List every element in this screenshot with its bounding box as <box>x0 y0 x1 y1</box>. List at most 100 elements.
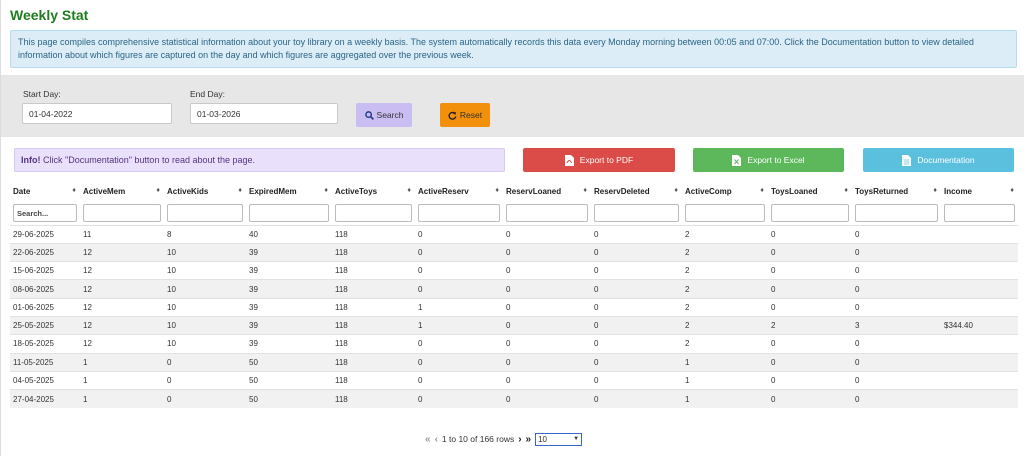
column-header-expiredmem[interactable]: ExpiredMem ♦ <box>246 182 332 201</box>
first-page-icon[interactable]: « <box>425 434 431 445</box>
column-header-toysloaned[interactable]: ToysLoaned ♦ <box>768 182 852 201</box>
export-excel-label: Export to Excel <box>747 155 805 165</box>
table-cell-activemem: 12 <box>80 297 164 317</box>
search-button-label: Search <box>376 110 404 120</box>
table-cell-activecomp: 2 <box>682 315 768 335</box>
documentation-label: Documentation <box>917 155 975 165</box>
column-search-row: Search... <box>10 201 1018 225</box>
table-cell-date: 08-06-2025 <box>10 279 80 299</box>
export-pdf-label: Export to PDF <box>579 155 634 165</box>
table-cell-toysreturned: 0 <box>852 261 941 280</box>
column-search-input-reservloaned[interactable] <box>506 203 588 222</box>
column-search-input-toysloaned[interactable] <box>771 203 849 222</box>
column-search-input-activereserv[interactable] <box>418 203 500 222</box>
documentation-button[interactable]: Documentation <box>863 148 1014 172</box>
column-search-input-expiredmem[interactable] <box>249 203 329 222</box>
table-cell-reservdeleted: 0 <box>591 224 682 244</box>
search-button[interactable]: Search <box>356 103 412 127</box>
table-cell-toysreturned: 3 <box>852 315 941 335</box>
column-header-activemem[interactable]: ActiveMem ♦ <box>80 182 164 201</box>
table-cell-activetoys: 118 <box>332 297 415 317</box>
column-search-input-activemem[interactable] <box>83 203 161 222</box>
table-cell-reservloaned: 0 <box>503 352 591 372</box>
start-day-input[interactable]: 01-04-2022 <box>22 103 172 124</box>
column-header-toysreturned[interactable]: ToysReturned ♦ <box>852 182 941 201</box>
table-cell-expiredmem: 39 <box>246 279 332 299</box>
last-page-icon[interactable]: » <box>526 434 532 445</box>
table-cell-toysloaned: 0 <box>768 352 852 372</box>
column-search-input-income[interactable] <box>944 203 1015 222</box>
table-cell-reservloaned: 0 <box>503 315 591 335</box>
table-cell-activekids: 10 <box>164 334 246 354</box>
info-alert: Info! Click "Documentation" button to re… <box>14 148 505 172</box>
column-search-input-activekids[interactable] <box>167 203 243 222</box>
table-cell-reservdeleted: 0 <box>591 279 682 299</box>
table-cell-expiredmem: 50 <box>246 370 332 390</box>
column-search-input-toysreturned[interactable] <box>855 203 938 222</box>
column-search-cell <box>503 201 591 225</box>
column-search-input-activecomp[interactable] <box>685 203 765 222</box>
column-header-activereserv[interactable]: ActiveReserv ♦ <box>415 182 503 201</box>
sort-icon[interactable]: ♦ <box>760 187 764 194</box>
page-size-select[interactable]: 10 ▼ <box>535 432 583 446</box>
table-cell-date: 25-05-2025 <box>10 315 80 335</box>
table-cell-toysloaned: 0 <box>768 261 852 280</box>
export-pdf-button[interactable]: Export to PDF <box>523 148 675 172</box>
table-cell-reservloaned: 0 <box>503 242 591 262</box>
column-header-label: ToysLoaned <box>771 187 818 196</box>
column-header-date[interactable]: Date ♦ <box>10 182 80 201</box>
start-day-label: Start Day: <box>23 89 61 99</box>
previous-page-icon[interactable]: ‹ <box>435 434 438 445</box>
table-cell-activecomp: 2 <box>682 334 768 354</box>
end-day-input[interactable]: 01-03-2026 <box>190 103 338 124</box>
sort-icon[interactable]: ♦ <box>1010 187 1014 194</box>
column-header-activetoys[interactable]: ActiveToys ♦ <box>332 182 415 201</box>
pagination: « ‹ 1 to 10 of 166 rows › » 10 ▼ <box>425 432 583 446</box>
table-cell-activereserv: 0 <box>415 224 503 244</box>
next-page-icon[interactable]: › <box>518 434 521 445</box>
column-header-activekids[interactable]: ActiveKids ♦ <box>164 182 246 201</box>
table-cell-activecomp: 2 <box>682 279 768 299</box>
column-search-input-date[interactable]: Search... <box>13 203 77 222</box>
sort-icon[interactable]: ♦ <box>407 187 411 194</box>
column-header-income[interactable]: Income ♦ <box>941 182 1018 201</box>
table-cell-expiredmem: 39 <box>246 297 332 317</box>
table-cell-expiredmem: 50 <box>246 352 332 372</box>
table-cell-income <box>941 389 1018 408</box>
column-header-label: ActiveMem <box>83 187 126 196</box>
table-cell-income <box>941 297 1018 317</box>
column-header-reservdeleted[interactable]: ReservDeleted ♦ <box>591 182 682 201</box>
table-cell-reservloaned: 0 <box>503 370 591 390</box>
table-cell-activemem: 1 <box>80 370 164 390</box>
column-header-label: ActiveComp <box>685 187 732 196</box>
column-header-label: ToysReturned <box>855 187 909 196</box>
sort-icon[interactable]: ♦ <box>674 187 678 194</box>
column-header-activecomp[interactable]: ActiveComp ♦ <box>682 182 768 201</box>
sort-icon[interactable]: ♦ <box>324 187 328 194</box>
info-text: Click "Documentation" button to read abo… <box>40 155 256 165</box>
column-header-label: ReservDeleted <box>594 187 650 196</box>
sort-icon[interactable]: ♦ <box>495 187 499 194</box>
sort-icon[interactable]: ♦ <box>72 187 76 194</box>
sort-icon[interactable]: ♦ <box>156 187 160 194</box>
end-day-label: End Day: <box>190 89 225 99</box>
table-cell-activereserv: 0 <box>415 242 503 262</box>
excel-file-icon <box>732 154 742 166</box>
table-cell-reservdeleted: 0 <box>591 242 682 262</box>
sort-icon[interactable]: ♦ <box>933 187 937 194</box>
column-search-input-reservdeleted[interactable] <box>594 203 679 222</box>
column-search-input-activetoys[interactable] <box>335 203 412 222</box>
column-header-reservloaned[interactable]: ReservLoaned ♦ <box>503 182 591 201</box>
export-excel-button[interactable]: Export to Excel <box>693 148 844 172</box>
sort-icon[interactable]: ♦ <box>844 187 848 194</box>
info-prefix: Info! <box>21 155 41 165</box>
column-header-label: Income <box>944 187 973 196</box>
reset-button[interactable]: Reset <box>440 103 490 127</box>
table-row: 29-06-2025 11 8 40 118 0 0 0 2 0 0 <box>10 224 1018 244</box>
sort-icon[interactable]: ♦ <box>583 187 587 194</box>
table-cell-activetoys: 118 <box>332 242 415 262</box>
column-header-label: ActiveToys <box>335 187 378 196</box>
table-cell-reservdeleted: 0 <box>591 297 682 317</box>
table-cell-expiredmem: 39 <box>246 261 332 280</box>
sort-icon[interactable]: ♦ <box>238 187 242 194</box>
